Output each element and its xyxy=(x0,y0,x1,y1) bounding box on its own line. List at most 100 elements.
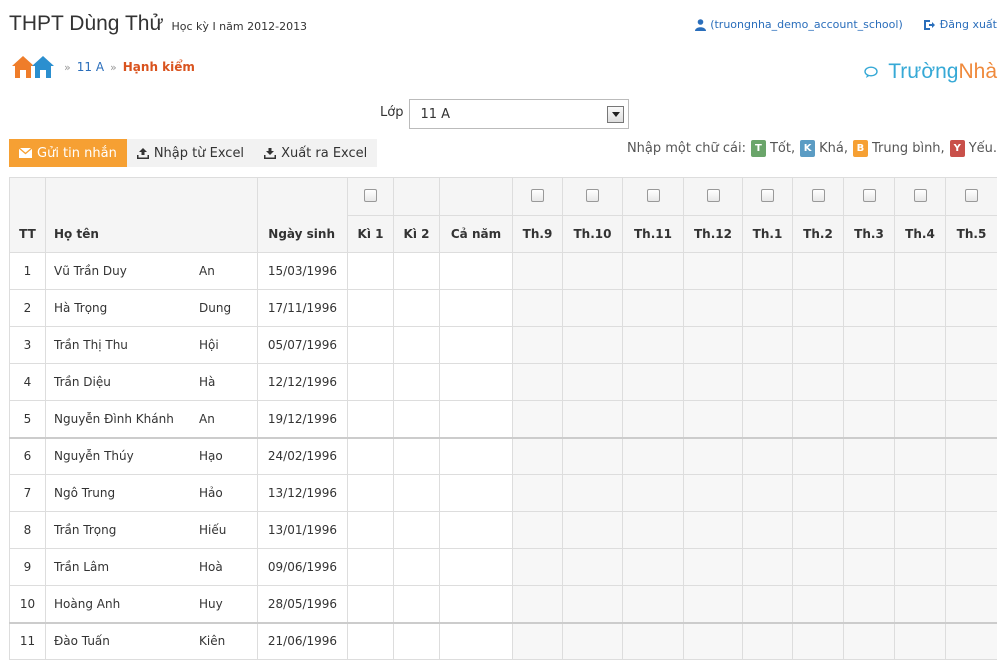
cell-month-grade[interactable] xyxy=(843,436,895,475)
cell-month-grade[interactable] xyxy=(562,585,623,623)
cell-term-grade[interactable] xyxy=(393,621,440,660)
cell-month-grade[interactable] xyxy=(792,621,844,660)
cell-month-grade[interactable] xyxy=(843,363,895,401)
cell-month-grade[interactable] xyxy=(945,474,997,512)
cell-month-grade[interactable] xyxy=(843,474,895,512)
cell-month-grade[interactable] xyxy=(945,511,997,549)
cell-month-grade[interactable] xyxy=(562,363,623,401)
select-column-checkbox[interactable] xyxy=(622,177,684,216)
cell-month-grade[interactable] xyxy=(894,326,946,364)
cell-term-grade[interactable] xyxy=(347,548,394,586)
cell-month-grade[interactable] xyxy=(683,474,743,512)
cell-month-grade[interactable] xyxy=(683,252,743,290)
cell-term-grade[interactable] xyxy=(393,363,440,401)
cell-term-grade[interactable] xyxy=(393,511,440,549)
home-icon[interactable] xyxy=(12,54,56,80)
cell-month-grade[interactable] xyxy=(843,289,895,327)
cell-month-grade[interactable] xyxy=(622,511,684,549)
cell-month-grade[interactable] xyxy=(945,363,997,401)
cell-month-grade[interactable] xyxy=(792,363,844,401)
cell-term-grade[interactable] xyxy=(347,511,394,549)
cell-month-grade[interactable] xyxy=(894,436,946,475)
cell-month-grade[interactable] xyxy=(562,289,623,327)
logout-link[interactable]: Đăng xuất xyxy=(923,18,997,31)
cell-term-grade[interactable] xyxy=(347,436,394,475)
cell-month-grade[interactable] xyxy=(683,289,743,327)
cell-term-grade[interactable] xyxy=(439,585,513,623)
cell-month-grade[interactable] xyxy=(792,289,844,327)
user-account-link[interactable]: (truongnha_demo_account_school) xyxy=(695,18,903,31)
cell-month-grade[interactable] xyxy=(843,621,895,660)
cell-term-grade[interactable] xyxy=(439,289,513,327)
cell-month-grade[interactable] xyxy=(512,548,563,586)
chevron-down-icon[interactable] xyxy=(607,106,625,123)
cell-term-grade[interactable] xyxy=(347,289,394,327)
cell-term-grade[interactable] xyxy=(439,621,513,660)
cell-term-grade[interactable] xyxy=(439,548,513,586)
select-column-checkbox[interactable] xyxy=(683,177,743,216)
cell-month-grade[interactable] xyxy=(683,621,743,660)
cell-term-grade[interactable] xyxy=(439,252,513,290)
cell-month-grade[interactable] xyxy=(622,548,684,586)
cell-month-grade[interactable] xyxy=(622,400,684,438)
cell-month-grade[interactable] xyxy=(894,621,946,660)
cell-month-grade[interactable] xyxy=(945,585,997,623)
cell-term-grade[interactable] xyxy=(347,621,394,660)
cell-term-grade[interactable] xyxy=(439,326,513,364)
cell-month-grade[interactable] xyxy=(562,511,623,549)
cell-month-grade[interactable] xyxy=(742,474,793,512)
cell-month-grade[interactable] xyxy=(512,511,563,549)
cell-month-grade[interactable] xyxy=(843,252,895,290)
cell-term-grade[interactable] xyxy=(393,289,440,327)
cell-month-grade[interactable] xyxy=(683,511,743,549)
cell-month-grade[interactable] xyxy=(945,326,997,364)
cell-month-grade[interactable] xyxy=(512,621,563,660)
brand-logo[interactable]: Trường Nhà xyxy=(864,60,997,84)
cell-month-grade[interactable] xyxy=(945,548,997,586)
cell-month-grade[interactable] xyxy=(742,363,793,401)
cell-month-grade[interactable] xyxy=(843,548,895,586)
cell-month-grade[interactable] xyxy=(622,585,684,623)
cell-month-grade[interactable] xyxy=(683,585,743,623)
cell-month-grade[interactable] xyxy=(945,621,997,660)
cell-month-grade[interactable] xyxy=(894,252,946,290)
cell-month-grade[interactable] xyxy=(945,436,997,475)
class-select[interactable]: 11 A xyxy=(409,99,630,129)
select-column-checkbox[interactable] xyxy=(742,177,793,216)
cell-term-grade[interactable] xyxy=(347,474,394,512)
cell-term-grade[interactable] xyxy=(393,252,440,290)
cell-month-grade[interactable] xyxy=(792,436,844,475)
cell-month-grade[interactable] xyxy=(562,436,623,475)
cell-term-grade[interactable] xyxy=(439,400,513,438)
cell-term-grade[interactable] xyxy=(393,436,440,475)
cell-month-grade[interactable] xyxy=(792,511,844,549)
cell-term-grade[interactable] xyxy=(347,585,394,623)
cell-month-grade[interactable] xyxy=(894,474,946,512)
cell-month-grade[interactable] xyxy=(742,289,793,327)
cell-month-grade[interactable] xyxy=(512,400,563,438)
cell-month-grade[interactable] xyxy=(562,621,623,660)
cell-month-grade[interactable] xyxy=(742,252,793,290)
cell-month-grade[interactable] xyxy=(512,585,563,623)
cell-month-grade[interactable] xyxy=(683,326,743,364)
cell-month-grade[interactable] xyxy=(792,400,844,438)
cell-month-grade[interactable] xyxy=(683,548,743,586)
cell-term-grade[interactable] xyxy=(393,326,440,364)
cell-month-grade[interactable] xyxy=(683,363,743,401)
cell-month-grade[interactable] xyxy=(742,621,793,660)
select-column-checkbox[interactable] xyxy=(843,177,895,216)
select-column-checkbox[interactable] xyxy=(792,177,844,216)
cell-month-grade[interactable] xyxy=(894,400,946,438)
cell-month-grade[interactable] xyxy=(742,326,793,364)
select-column-checkbox[interactable] xyxy=(562,177,623,216)
cell-month-grade[interactable] xyxy=(622,474,684,512)
cell-month-grade[interactable] xyxy=(512,326,563,364)
send-message-button[interactable]: Gửi tin nhắn xyxy=(9,139,127,167)
cell-month-grade[interactable] xyxy=(512,436,563,475)
cell-month-grade[interactable] xyxy=(622,621,684,660)
cell-month-grade[interactable] xyxy=(742,436,793,475)
export-excel-button[interactable]: Xuất ra Excel xyxy=(254,139,378,167)
cell-month-grade[interactable] xyxy=(792,326,844,364)
cell-month-grade[interactable] xyxy=(622,326,684,364)
cell-month-grade[interactable] xyxy=(843,511,895,549)
